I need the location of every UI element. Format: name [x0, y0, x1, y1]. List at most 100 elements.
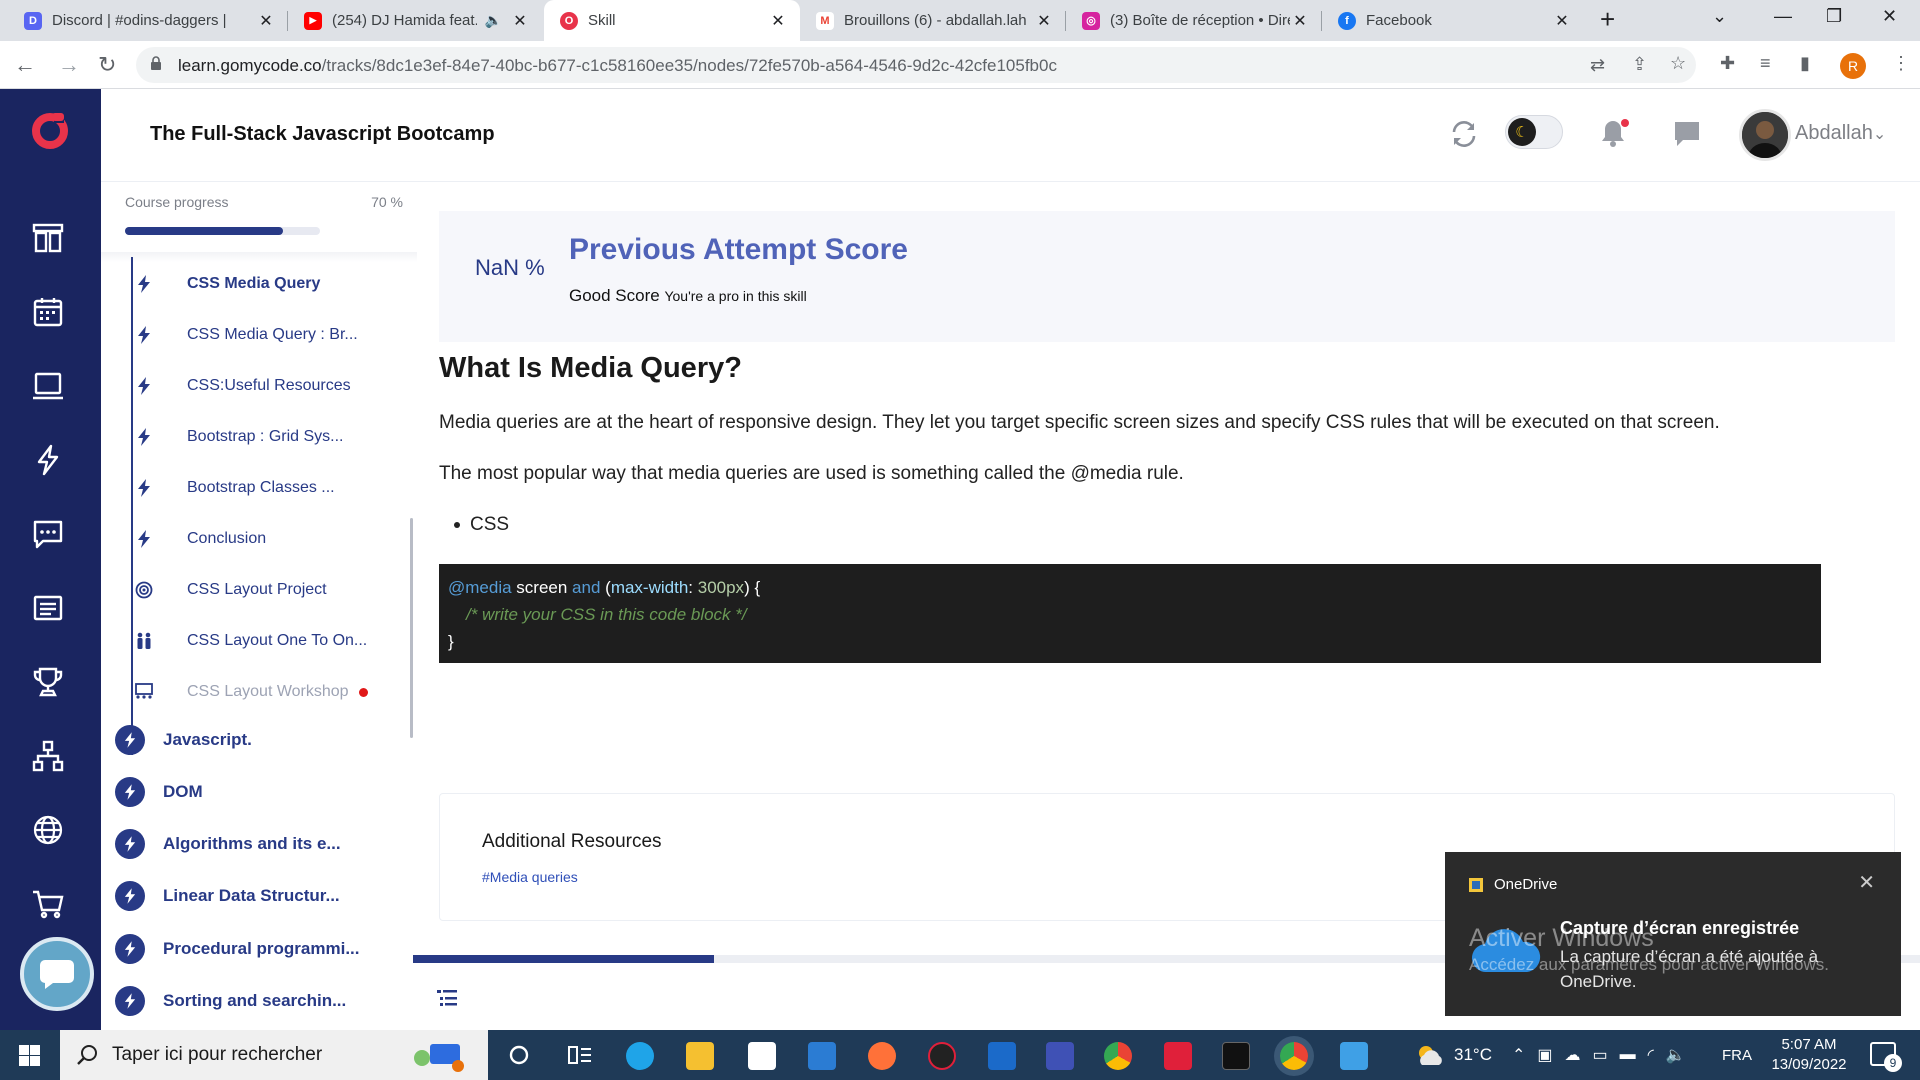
tab-instagram[interactable]: ◎ (3) Boîte de réception • Dire ✕: [1066, 0, 1322, 41]
defender-icon[interactable]: [988, 1042, 1016, 1070]
teams-icon[interactable]: [1046, 1042, 1074, 1070]
close-icon[interactable]: ✕: [1858, 870, 1875, 895]
chapter-algorithms[interactable]: Algorithms and its e...: [115, 824, 341, 864]
volume-icon[interactable]: 🔈: [1666, 1045, 1698, 1065]
extensions-icon[interactable]: ✚: [1720, 53, 1735, 74]
lesson-css-media-query[interactable]: CSS Media Query: [129, 264, 320, 304]
user-menu[interactable]: Abdallah⌄: [1795, 122, 1886, 145]
lesson-conclusion[interactable]: Conclusion: [129, 519, 266, 559]
translate-icon[interactable]: ⇄: [1590, 55, 1605, 76]
taskbar-search[interactable]: Taper ici pour rechercher: [60, 1030, 488, 1080]
lesson-bootstrap-grid[interactable]: Bootstrap : Grid Sys...: [129, 417, 344, 457]
minimize-button[interactable]: —: [1774, 6, 1792, 27]
close-tab-icon[interactable]: ✕: [1552, 11, 1572, 31]
windows-start-icon[interactable]: [19, 1045, 40, 1066]
weather-widget[interactable]: 31°C: [1414, 1030, 1492, 1080]
battery-icon[interactable]: ▬: [1620, 1046, 1648, 1064]
new-tab-button[interactable]: +: [1600, 4, 1615, 35]
restore-button[interactable]: ❐: [1826, 6, 1842, 27]
tab-skill[interactable]: O Skill ✕: [544, 0, 800, 41]
close-tab-icon[interactable]: ✕: [1034, 11, 1054, 31]
dark-mode-toggle[interactable]: ☾: [1505, 115, 1563, 149]
back-button[interactable]: ←: [14, 52, 36, 78]
tab-search-icon[interactable]: ⌄: [1712, 6, 1727, 27]
outline-list-icon[interactable]: [436, 988, 458, 1008]
onedrive-notification[interactable]: OneDrive ✕ Capture d’écran enregistrée L…: [1445, 852, 1901, 1016]
onedrive-tray-icon[interactable]: ☁: [1565, 1045, 1593, 1065]
messages-icon[interactable]: [1672, 119, 1702, 149]
photos-icon[interactable]: [1340, 1042, 1368, 1070]
notifications-button[interactable]: [1599, 118, 1631, 150]
close-tab-icon[interactable]: ✕: [768, 11, 788, 31]
chrome-icon[interactable]: [1104, 1042, 1132, 1070]
chrome-active-icon[interactable]: [1280, 1042, 1308, 1070]
lesson-css-layout-workshop[interactable]: CSS Layout Workshop: [129, 672, 368, 712]
game-launcher-icon[interactable]: [1164, 1042, 1192, 1070]
edge-icon[interactable]: [626, 1042, 654, 1070]
display-icon[interactable]: ▭: [1593, 1045, 1620, 1065]
clock[interactable]: 5:07 AM 13/09/2022: [1764, 1035, 1854, 1075]
lesson-bootstrap-classes[interactable]: Bootstrap Classes ...: [129, 468, 335, 508]
address-bar[interactable]: learn.gomycode.co/tracks/8dc1e3ef-84e7-4…: [136, 47, 1696, 83]
news-icon[interactable]: [31, 591, 65, 625]
sidebar-scrollbar[interactable]: [410, 518, 413, 738]
wifi-icon[interactable]: ◜: [1648, 1045, 1666, 1065]
bookmark-star-icon[interactable]: ☆: [1670, 53, 1686, 74]
tab-gmail[interactable]: M Brouillons (6) - abdallah.lah ✕: [800, 0, 1066, 41]
forward-button[interactable]: →: [58, 52, 80, 78]
speaker-icon[interactable]: 🔈: [485, 12, 502, 29]
meet-now-icon[interactable]: ▣: [1537, 1045, 1564, 1065]
tracks-icon[interactable]: [31, 221, 65, 255]
file-explorer-icon[interactable]: [686, 1042, 714, 1070]
lesson-css-layout-project[interactable]: CSS Layout Project: [129, 570, 327, 610]
hierarchy-icon[interactable]: [31, 739, 65, 773]
tab-discord[interactable]: D Discord | #odins-daggers | ✕: [8, 0, 288, 41]
code-block[interactable]: @media screen and (max-width: 300px) { /…: [439, 564, 1821, 663]
task-view-icon[interactable]: [568, 1044, 592, 1066]
browser-profile-avatar[interactable]: R: [1840, 53, 1866, 79]
close-tab-icon[interactable]: ✕: [510, 11, 530, 31]
globe-icon[interactable]: [31, 813, 65, 847]
lock-icon[interactable]: [150, 56, 162, 70]
trophy-icon[interactable]: [31, 665, 65, 699]
tab-youtube[interactable]: ▶ (254) DJ Hamida feat. A 🔈 ✕: [288, 0, 542, 41]
resource-link[interactable]: #Media queries: [482, 869, 578, 885]
chat-icon[interactable]: [31, 517, 65, 551]
lesson-css-media-query-br[interactable]: CSS Media Query : Br...: [129, 315, 358, 355]
chapter-linear-data-structures[interactable]: Linear Data Structur...: [115, 876, 340, 916]
cortana-icon[interactable]: [508, 1044, 530, 1066]
language-indicator[interactable]: FRA: [1722, 1030, 1752, 1080]
lightning-icon[interactable]: [31, 443, 65, 477]
calendar-icon[interactable]: [31, 295, 65, 329]
url-text[interactable]: learn.gomycode.co/tracks/8dc1e3ef-84e7-4…: [178, 56, 1057, 76]
chevron-up-icon[interactable]: ⌃: [1512, 1045, 1537, 1065]
gomycode-logo[interactable]: [30, 109, 70, 149]
notification-center-icon[interactable]: 9: [1870, 1042, 1902, 1072]
share-icon[interactable]: ⇪: [1632, 54, 1647, 75]
system-tray-icons[interactable]: ⌃ ▣ ☁ ▭ ▬ ◜ 🔈: [1512, 1030, 1698, 1080]
chapter-procedural-programming[interactable]: Procedural programmi...: [115, 929, 360, 969]
store-icon[interactable]: [748, 1042, 776, 1070]
chapter-sorting-searching[interactable]: Sorting and searchin...: [115, 981, 346, 1021]
browser-menu-icon[interactable]: ⋮: [1892, 53, 1910, 74]
user-avatar[interactable]: [1739, 109, 1791, 161]
chapter-javascript[interactable]: Javascript.: [115, 720, 252, 760]
side-panel-icon[interactable]: ▮: [1800, 53, 1810, 74]
epic-games-icon[interactable]: [1222, 1042, 1250, 1070]
close-tab-icon[interactable]: ✕: [1290, 11, 1310, 31]
media-control-icon[interactable]: ≡: [1760, 53, 1771, 74]
laptop-icon[interactable]: [31, 369, 65, 403]
close-tab-icon[interactable]: ✕: [256, 11, 276, 31]
reload-button[interactable]: ↻: [98, 52, 116, 78]
cart-icon[interactable]: [31, 887, 65, 921]
lesson-css-useful-resources[interactable]: CSS:Useful Resources: [129, 366, 351, 406]
mail-icon[interactable]: [808, 1042, 836, 1070]
valorant-icon[interactable]: [928, 1042, 956, 1070]
chapter-dom[interactable]: DOM: [115, 772, 203, 812]
close-window-button[interactable]: ✕: [1882, 6, 1897, 27]
firefox-icon[interactable]: [868, 1042, 896, 1070]
tab-facebook[interactable]: f Facebook ✕: [1322, 0, 1584, 41]
support-chat-button[interactable]: [20, 937, 94, 1011]
lesson-css-layout-one-to-one[interactable]: CSS Layout One To On...: [129, 621, 367, 661]
sync-icon[interactable]: [1449, 119, 1479, 149]
